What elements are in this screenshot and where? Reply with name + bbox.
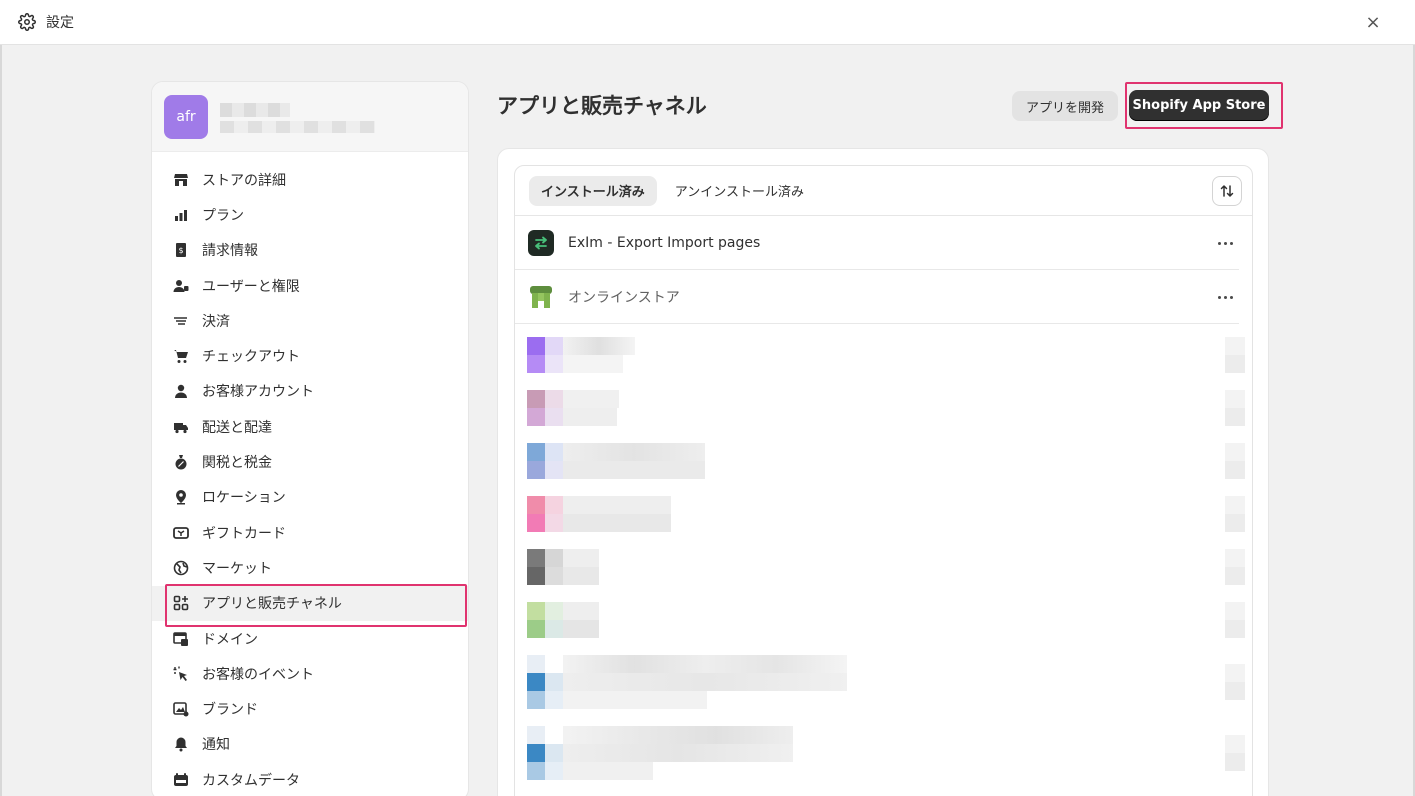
window-edge-left — [0, 45, 2, 796]
sidebar-item-label: カスタムデータ — [202, 772, 300, 789]
sidebar-item-location[interactable]: ロケーション — [152, 480, 468, 515]
store-name-redacted — [220, 99, 380, 135]
online-store-icon — [528, 284, 554, 310]
globe-icon — [172, 559, 190, 577]
sidebar-item-label: ストアの詳細 — [202, 172, 286, 189]
app-name: オンラインストア — [568, 289, 680, 306]
billing-icon: $ — [172, 241, 190, 259]
sidebar-item-label: チェックアウト — [202, 349, 300, 366]
sidebar-item-data[interactable]: カスタムデータ — [152, 762, 468, 796]
sidebar-item-domain[interactable]: ドメイン — [152, 621, 468, 656]
tab-uninstalled[interactable]: アンインストール済み — [663, 176, 816, 206]
gift-card-icon — [172, 524, 190, 542]
sidebar-item-apps[interactable]: アプリと販売チャネル — [152, 583, 468, 627]
person-icon — [172, 382, 190, 400]
sidebar-item-label: 関税と税金 — [202, 455, 272, 472]
sidebar-item-label: ギフトカード — [202, 525, 286, 542]
redacted-app-row — [523, 655, 1245, 709]
apps-icon — [172, 594, 190, 612]
sidebar-item-label: ロケーション — [202, 490, 286, 507]
sidebar-item-label: ユーザーと権限 — [202, 278, 300, 295]
sidebar-item-label: 通知 — [202, 737, 230, 754]
sort-icon[interactable] — [1212, 176, 1242, 206]
sidebar-item-label: 請求情報 — [202, 243, 258, 260]
sidebar-item-gift-card[interactable]: ギフトカード — [152, 515, 468, 550]
bell-icon — [172, 735, 190, 753]
data-icon — [172, 771, 190, 789]
develop-apps-button[interactable]: アプリを開発 — [1012, 91, 1118, 121]
sidebar-item-label: お客様アカウント — [202, 384, 314, 401]
redacted-app-row — [523, 726, 1245, 780]
truck-icon — [172, 418, 190, 436]
sidebar-item-cursor[interactable]: お客様のイベント — [152, 656, 468, 691]
redacted-app-row — [523, 337, 1245, 373]
gear-icon — [18, 13, 36, 31]
list-item[interactable]: オンラインストア — [515, 270, 1239, 324]
sidebar-item-label: アプリと販売チャネル — [202, 596, 342, 613]
payments-icon — [172, 312, 190, 330]
sidebar-item-bell[interactable]: 通知 — [152, 727, 468, 762]
sidebar-item-label: 配送と配達 — [202, 419, 272, 436]
tax-icon — [172, 453, 190, 471]
sidebar-item-users[interactable]: ユーザーと権限 — [152, 268, 468, 303]
users-icon — [172, 277, 190, 295]
apps-tabs: インストール済み アンインストール済み — [515, 166, 1252, 216]
sidebar-item-label: マーケット — [202, 560, 272, 577]
sidebar-item-label: ドメイン — [202, 631, 258, 648]
sidebar-item-billing[interactable]: $ 請求情報 — [152, 233, 468, 268]
exim-app-icon — [528, 229, 554, 256]
sidebar-item-label: ブランド — [202, 702, 258, 719]
domain-icon — [172, 630, 190, 648]
section-title: アプリと販売チャネル — [497, 94, 707, 118]
redacted-app-row — [523, 549, 1245, 585]
plan-icon — [172, 206, 190, 224]
settings-sidebar: afr ストアの詳細 プラン $ 請求情報ユーザーと権限 決済チェックアウト お客様アカウ… — [151, 81, 469, 796]
sidebar-item-label: お客様のイベント — [202, 666, 314, 683]
sidebar-item-label: 決済 — [202, 313, 230, 330]
page-title: 設定 — [46, 15, 74, 31]
apps-card: インストール済み アンインストール済み ExIm - Export Import… — [497, 148, 1269, 796]
redacted-app-row — [523, 390, 1245, 426]
sidebar-item-payments[interactable]: 決済 — [152, 303, 468, 338]
cart-icon — [172, 347, 190, 365]
apps-list-panel: インストール済み アンインストール済み ExIm - Export Import… — [514, 165, 1253, 796]
sidebar-item-cart[interactable]: チェックアウト — [152, 338, 468, 373]
shopify-app-store-button[interactable]: Shopify App Store — [1129, 90, 1269, 121]
sidebar-item-tax[interactable]: 関税と税金 — [152, 444, 468, 479]
sidebar-item-label: プラン — [202, 207, 244, 224]
store-switcher[interactable]: afr — [152, 82, 468, 152]
redacted-app-row — [523, 496, 1245, 532]
sidebar-item-globe[interactable]: マーケット — [152, 550, 468, 585]
avatar: afr — [164, 94, 208, 139]
svg-text:$: $ — [178, 246, 183, 255]
cursor-icon — [172, 665, 190, 683]
brand-icon — [172, 700, 190, 718]
list-item[interactable]: ExIm - Export Import pages — [515, 216, 1239, 270]
sidebar-item-plan[interactable]: プラン — [152, 197, 468, 232]
location-icon — [172, 488, 190, 506]
sidebar-item-person[interactable]: お客様アカウント — [152, 374, 468, 409]
settings-header: 設定 × — [0, 0, 1415, 45]
more-icon[interactable] — [1213, 231, 1237, 255]
sidebar-item-store[interactable]: ストアの詳細 — [152, 162, 468, 197]
redacted-app-row — [523, 443, 1245, 479]
settings-nav: ストアの詳細 プラン $ 請求情報ユーザーと権限 決済チェックアウト お客様アカウント 配送… — [152, 152, 468, 796]
sidebar-item-truck[interactable]: 配送と配達 — [152, 409, 468, 444]
more-icon[interactable] — [1213, 285, 1237, 309]
close-icon[interactable]: × — [1361, 10, 1385, 34]
redacted-app-row — [523, 602, 1245, 638]
sidebar-item-brand[interactable]: ブランド — [152, 691, 468, 726]
app-name: ExIm - Export Import pages — [568, 234, 761, 251]
tab-installed[interactable]: インストール済み — [529, 175, 657, 206]
store-icon — [172, 171, 190, 189]
